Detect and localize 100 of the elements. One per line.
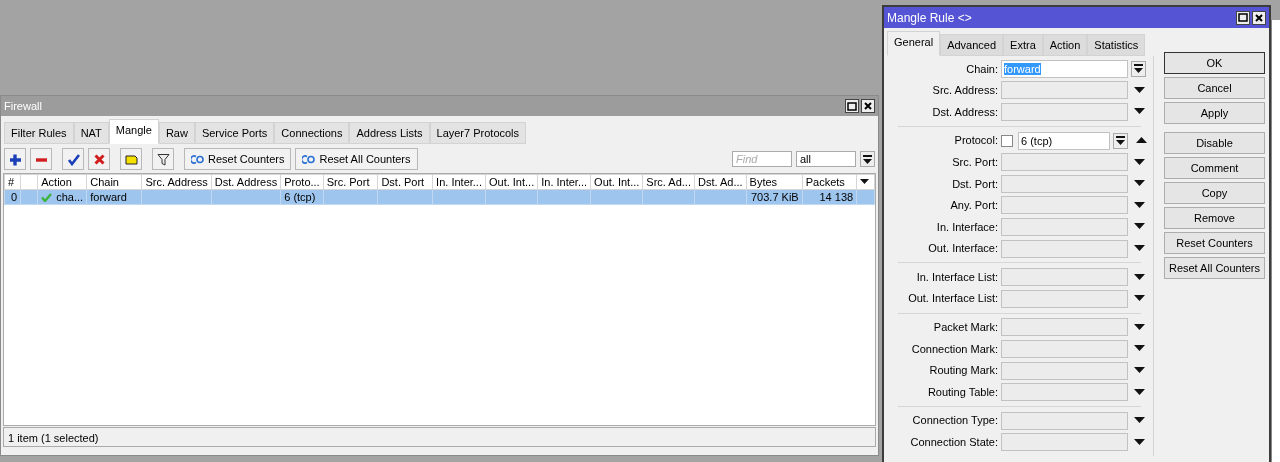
input-field[interactable]: [1001, 103, 1128, 121]
column-header[interactable]: Out. Int...: [485, 174, 538, 190]
dialog-button[interactable]: Reset All Counters: [1164, 257, 1265, 279]
dialog-button[interactable]: OK: [1164, 52, 1265, 74]
field-label: Connection Type:: [911, 413, 999, 429]
table-cell: 6 (tcp): [284, 190, 316, 203]
note-icon: [124, 152, 138, 166]
column-header[interactable]: #: [4, 174, 21, 190]
field-label: Connection Mark:: [910, 341, 999, 357]
tab[interactable]: NAT: [73, 122, 109, 144]
field-label: Out. Interface List:: [907, 291, 999, 307]
field-label: Any. Port:: [949, 198, 999, 214]
reset-icon: [191, 154, 204, 164]
maximize-button[interactable]: [845, 99, 859, 113]
column-header[interactable]: Packets: [802, 174, 857, 190]
filter-button[interactable]: [152, 148, 174, 170]
input-field[interactable]: [1001, 174, 1128, 193]
tab[interactable]: Raw: [158, 122, 195, 144]
input-field[interactable]: [1001, 81, 1128, 100]
field-label: Routing Table:: [926, 384, 999, 400]
column-header[interactable]: Dst. Ad...: [694, 174, 747, 190]
input-field[interactable]: [1001, 361, 1128, 380]
input-field[interactable]: [1001, 268, 1128, 287]
input-field[interactable]: [1001, 239, 1128, 258]
reset-button[interactable]: Reset All Counters: [295, 148, 418, 170]
caret-icon: [1134, 64, 1143, 74]
table-cell: cha...: [56, 190, 84, 204]
dialog-button[interactable]: Remove: [1164, 207, 1265, 229]
table-row[interactable]: 0 cha... forward 6 (tcp) 703.7 KiB 14 138: [4, 189, 875, 205]
tab[interactable]: Extra: [1003, 34, 1043, 56]
field-label: Out. Interface:: [927, 241, 999, 257]
filter-field[interactable]: all: [796, 151, 856, 167]
plus-icon: [8, 152, 22, 166]
column-header[interactable]: In. Inter...: [432, 174, 486, 190]
reset-button[interactable]: Reset Counters: [184, 148, 292, 170]
tab[interactable]: Connections: [274, 122, 350, 144]
close-button[interactable]: [861, 99, 875, 113]
table-cell: 14 138: [819, 190, 854, 203]
column-header[interactable]: Action: [37, 174, 87, 190]
input-field[interactable]: [1001, 289, 1128, 308]
column-header[interactable]: Src. Ad...: [642, 174, 695, 190]
field-label: Packet Mark:: [932, 320, 999, 336]
field-label: Src. Address:: [931, 83, 999, 99]
cross-icon: [92, 152, 106, 166]
input-field[interactable]: [1001, 196, 1128, 215]
tab[interactable]: Address Lists: [349, 122, 430, 144]
field-label: Chain:: [965, 61, 999, 77]
column-header[interactable]: Dst. Port: [377, 174, 433, 190]
tab[interactable]: Statistics: [1087, 34, 1146, 56]
tab[interactable]: Service Ports: [194, 122, 275, 144]
close-button[interactable]: [1252, 10, 1266, 25]
dialog-button[interactable]: Reset Counters: [1164, 232, 1265, 254]
remove-button[interactable]: [30, 148, 52, 170]
field-label: Connection State:: [909, 435, 999, 451]
maximize-button[interactable]: [1236, 10, 1250, 25]
checkbox[interactable]: [1001, 134, 1013, 147]
input-field[interactable]: [1001, 339, 1128, 358]
input-field[interactable]: [1001, 433, 1128, 452]
disable-button[interactable]: [88, 148, 110, 170]
field-label: Src. Port:: [951, 154, 999, 170]
input-field[interactable]: [1001, 383, 1128, 402]
dropdown-button[interactable]: [1113, 132, 1128, 149]
comment-button[interactable]: [120, 148, 142, 170]
caret-icon: [1116, 136, 1125, 146]
input-field[interactable]: 6 (tcp): [1018, 131, 1110, 150]
input-field[interactable]: [1001, 153, 1128, 172]
dialog-button[interactable]: Apply: [1164, 102, 1265, 124]
tab[interactable]: Action: [1042, 34, 1088, 56]
column-header[interactable]: Dst. Address: [211, 174, 281, 190]
enable-button[interactable]: [62, 148, 84, 170]
input-field[interactable]: [1001, 217, 1128, 236]
field-label: Dst. Port:: [951, 176, 999, 192]
check-icon: [66, 152, 80, 166]
caret-icon: [863, 154, 872, 164]
tab[interactable]: Filter Rules: [4, 122, 74, 144]
dialog-button[interactable]: Cancel: [1164, 77, 1265, 99]
table-cell: 703.7 KiB: [751, 190, 799, 203]
column-header[interactable]: Chain: [86, 174, 142, 190]
tab[interactable]: Mangle: [108, 119, 159, 144]
tab[interactable]: Advanced: [940, 34, 1004, 56]
column-header[interactable]: Out. Int...: [590, 174, 643, 190]
column-header[interactable]: In. Inter...: [537, 174, 591, 190]
tab[interactable]: General: [887, 31, 941, 56]
column-header[interactable]: Src. Port: [323, 174, 378, 190]
find-field[interactable]: Find: [732, 151, 792, 167]
add-button[interactable]: [4, 148, 26, 170]
table-cell: forward: [90, 190, 127, 203]
input-field[interactable]: [1001, 411, 1128, 430]
column-header[interactable]: Bytes: [746, 174, 803, 190]
dialog-button[interactable]: Copy: [1164, 182, 1265, 204]
dropdown-button[interactable]: [860, 151, 875, 167]
dialog-button[interactable]: Comment: [1164, 157, 1265, 179]
input-field[interactable]: [1001, 318, 1128, 337]
dropdown-button[interactable]: [1131, 60, 1146, 77]
column-header[interactable]: Src. Address: [142, 174, 212, 190]
tab[interactable]: Layer7 Protocols: [429, 122, 527, 144]
dialog-button[interactable]: Disable: [1164, 132, 1265, 154]
column-header[interactable]: Proto...: [280, 174, 324, 190]
caret-icon: [860, 179, 870, 185]
window-title: Mangle Rule <>: [887, 9, 972, 27]
